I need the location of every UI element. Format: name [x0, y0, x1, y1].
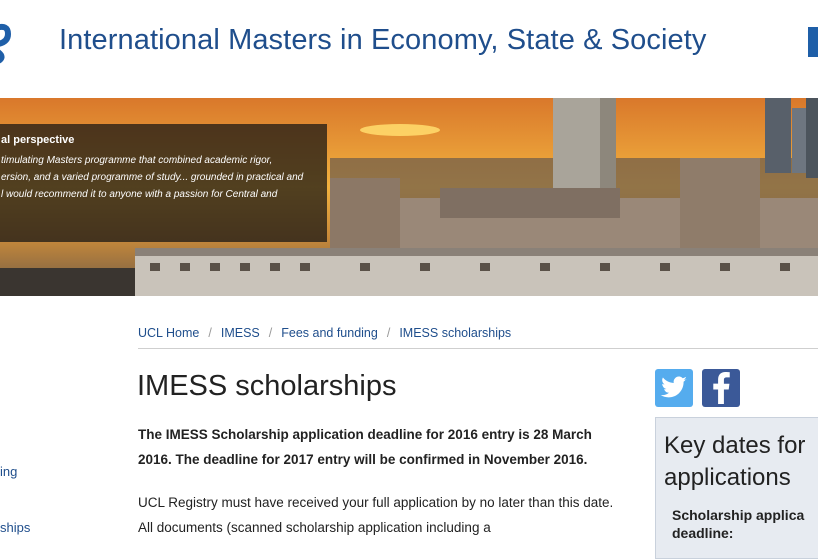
key-dates-panel: Key dates for applications Scholarship a… — [655, 417, 818, 559]
breadcrumb-ucl-home[interactable]: UCL Home — [138, 326, 199, 340]
page-title: IMESS scholarships — [137, 370, 397, 402]
leftnav-item-funding[interactable]: ing — [0, 464, 17, 479]
breadcrumb-separator: / — [268, 326, 273, 340]
scholarship-deadline-label: Scholarship applica deadline: — [672, 507, 805, 541]
twitter-share-button[interactable] — [655, 369, 693, 407]
facebook-icon — [702, 369, 740, 407]
body-paragraph: UCL Registry must have received your ful… — [138, 495, 614, 535]
breadcrumb: UCL Home / IMESS / Fees and funding / IMESS sc… — [138, 326, 511, 340]
breadcrumb-imess[interactable]: IMESS — [221, 326, 260, 340]
breadcrumb-divider — [138, 348, 818, 349]
leftnav-item-scholarships[interactable]: ships — [0, 520, 30, 535]
quote-text: timulating Masters programme that combin… — [1, 152, 323, 203]
breadcrumb-imess-scholarships[interactable]: IMESS scholarships — [399, 326, 511, 340]
testimonial-quote: al perspective timulating Masters progra… — [0, 124, 327, 242]
quote-title: al perspective — [1, 134, 75, 146]
header-menu-button[interactable] — [808, 27, 818, 57]
facebook-share-button[interactable] — [702, 369, 740, 407]
breadcrumb-separator: / — [386, 326, 391, 340]
key-dates-label: Scholarship applica deadline: — [672, 506, 818, 542]
breadcrumb-separator: / — [208, 326, 212, 340]
quote-line: ersion, and a varied programme of study.… — [1, 172, 304, 183]
site-title[interactable]: International Masters in Economy, State … — [59, 24, 707, 57]
site-header: International Masters in Economy, State … — [0, 0, 818, 98]
quote-line: timulating Masters programme that combin… — [1, 155, 273, 166]
hero-banner: al perspective timulating Masters progra… — [0, 98, 818, 296]
quote-line: l would recommend it to anyone with a pa… — [1, 189, 278, 200]
imess-logo-icon[interactable] — [0, 18, 20, 68]
key-dates-title: Key dates for applications — [664, 432, 806, 491]
deadline-notice: The IMESS Scholarship application deadli… — [138, 427, 592, 467]
breadcrumb-fees-funding[interactable]: Fees and funding — [281, 326, 378, 340]
twitter-icon — [655, 369, 693, 407]
